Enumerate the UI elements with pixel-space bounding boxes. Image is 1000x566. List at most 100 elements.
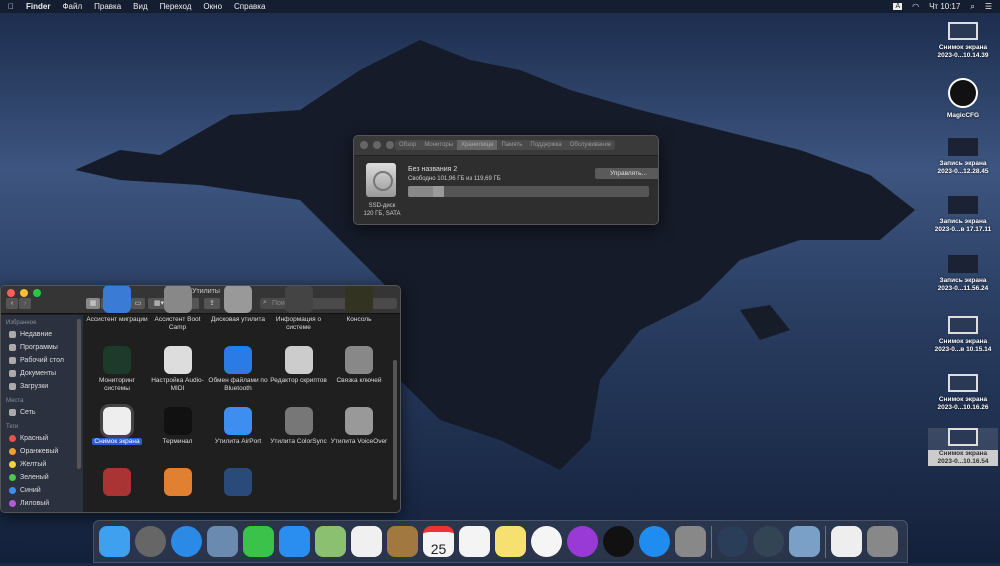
sidebar-item-fav-4[interactable]: Загрузки	[1, 380, 83, 393]
tab-1[interactable]: Мониторы	[420, 140, 457, 150]
sidebar-scrollbar[interactable]	[77, 319, 81, 469]
tab-5[interactable]: Обслуживание	[566, 140, 615, 150]
app-item[interactable]: Настройка Audio-MIDI	[147, 346, 209, 393]
desktop-file[interactable]: Снимок экрана 2023-0...10.16.26	[928, 374, 998, 412]
menu-edit[interactable]: Правка	[94, 2, 121, 11]
sidebar-item-fav-3[interactable]: Документы	[1, 367, 83, 380]
sidebar-item-tag-3[interactable]: Зеленый	[1, 471, 83, 484]
sidebar-item-fav-0[interactable]: Недавние	[1, 328, 83, 341]
app-item[interactable]: Снимок экрана	[86, 404, 148, 446]
tab-2[interactable]: Хранилище	[457, 140, 498, 150]
dock-finder-icon[interactable]	[99, 526, 130, 557]
dock-notes-icon[interactable]	[495, 526, 526, 557]
sidebar-item-network[interactable]: Сеть	[1, 406, 83, 419]
desktop-file[interactable]: Снимок экрана 2023-0...10.14.39	[928, 22, 998, 60]
app-item[interactable]: Редактор скриптов	[268, 346, 330, 385]
desktop-file[interactable]: Снимок экрана 2023-0...10.16.54	[928, 428, 998, 466]
apple-menu-icon[interactable]: 	[8, 2, 14, 11]
dock-preview-icon[interactable]	[789, 526, 820, 557]
tab-3[interactable]: Память	[497, 140, 526, 150]
dock-apple-tv-icon[interactable]	[603, 526, 634, 557]
storage-usage-bar	[408, 186, 649, 197]
input-source-icon[interactable]: A	[893, 3, 903, 10]
app-item[interactable]: Дисковая утилита	[207, 286, 269, 324]
minimize-button[interactable]	[373, 141, 381, 149]
tab-4[interactable]: Поддержка	[526, 140, 565, 150]
menu-file[interactable]: Файл	[62, 2, 82, 11]
dock-document-icon[interactable]	[831, 526, 862, 557]
sidebar-item-tag-2[interactable]: Желтый	[1, 458, 83, 471]
file-name-line2: 2023-0...в 10.15.14	[934, 346, 992, 353]
app-item[interactable]: Связка ключей	[328, 346, 390, 385]
back-button[interactable]: ‹	[6, 298, 18, 309]
sidebar-item-tag-1[interactable]: Оранжевый	[1, 445, 83, 458]
dock-calendar-icon[interactable]: 25	[423, 526, 454, 557]
dock-mail-icon[interactable]	[207, 526, 238, 557]
tab-bar: Обзор Мониторы Хранилище Память Поддержка Обс…	[395, 140, 616, 150]
sidebar-item-tag-0[interactable]: Красный	[1, 432, 83, 445]
app-label: Связка ключей	[336, 377, 382, 384]
app-item[interactable]: Обмен файлами по Bluetooth	[207, 346, 269, 393]
menu-help[interactable]: Справка	[234, 2, 265, 11]
app-item[interactable]: Утилита ColorSync	[268, 407, 330, 446]
sidebar-item-tag-5[interactable]: Лиловый	[1, 497, 83, 510]
dock-podcasts-icon[interactable]	[567, 526, 598, 557]
app-item[interactable]: Утилита AirPort	[207, 407, 269, 446]
manage-button[interactable]: Управлять...	[595, 168, 658, 179]
app-item[interactable]: Терминал	[147, 407, 209, 446]
app-item[interactable]: Ассистент миграции	[86, 286, 148, 324]
dock-migration-icon[interactable]	[753, 526, 784, 557]
dock-safari-icon[interactable]	[171, 526, 202, 557]
sidebar-item-fav-2[interactable]: Рабочий стол	[1, 354, 83, 367]
dock-system-preferences-icon[interactable]	[675, 526, 706, 557]
dock-photos-icon[interactable]	[351, 526, 382, 557]
zoom-button[interactable]	[386, 141, 394, 149]
app-item[interactable]: Консоль	[328, 286, 390, 324]
dock: 25	[93, 520, 908, 563]
network-icon	[9, 409, 16, 416]
app-item[interactable]: Информация о системе	[268, 286, 330, 332]
sidebar-item-tag-4[interactable]: Синий	[1, 484, 83, 497]
menu-app-finder[interactable]: Finder	[26, 2, 50, 11]
forward-button[interactable]: ›	[19, 298, 31, 309]
dock-facetime-icon[interactable]	[243, 526, 274, 557]
dock-reminders-icon[interactable]	[459, 526, 490, 557]
desktop-file[interactable]: Запись экрана 2023-0...12.28.45	[928, 138, 998, 176]
usage-segment-other	[432, 186, 444, 197]
file-name-line1: Снимок экрана	[938, 338, 988, 345]
app-item[interactable]	[207, 468, 269, 499]
app-item[interactable]: Утилита VoiceOver	[328, 407, 390, 446]
clock[interactable]: Чт 10:17	[929, 2, 960, 11]
desktop-file[interactable]: MagicCFG	[928, 78, 998, 120]
tab-0[interactable]: Обзор	[395, 140, 420, 150]
dock-trash-icon[interactable]	[867, 526, 898, 557]
dock-quicktime-icon[interactable]	[717, 526, 748, 557]
app-icon	[345, 286, 373, 313]
app-item[interactable]	[86, 468, 148, 499]
control-center-icon[interactable]: ☰	[985, 2, 992, 11]
menu-go[interactable]: Переход	[160, 2, 192, 11]
sidebar-item-fav-1[interactable]: Программы	[1, 341, 83, 354]
dock-launchpad-icon[interactable]	[135, 526, 166, 557]
app-label: Настройка Audio-MIDI	[151, 377, 204, 392]
app-icon	[284, 407, 313, 435]
menu-window[interactable]: Окно	[203, 2, 222, 11]
wifi-icon[interactable]: ◠	[912, 2, 919, 11]
dock-music-icon[interactable]	[531, 526, 562, 557]
app-item[interactable]: Мониторинг системы	[86, 346, 148, 393]
desktop-file[interactable]: Запись экрана 2023-0...11.56.24	[928, 255, 998, 293]
app-item[interactable]: Ассистент Boot Camp	[147, 286, 209, 332]
desktop-file[interactable]: Запись экрана 2023-0...в 17.17.11	[928, 196, 998, 234]
content-scrollbar[interactable]	[393, 360, 397, 500]
app-item[interactable]	[147, 468, 209, 499]
dock-messages-icon[interactable]	[279, 526, 310, 557]
menu-view[interactable]: Вид	[133, 2, 147, 11]
sidebar-item-label: Красный	[20, 435, 49, 442]
dock-contacts-icon[interactable]	[387, 526, 418, 557]
spotlight-icon[interactable]: ⌕	[970, 2, 974, 12]
dock-app-store-icon[interactable]	[639, 526, 670, 557]
desktop-file[interactable]: Снимок экрана 2023-0...в 10.15.14	[928, 316, 998, 354]
sidebar-item-label: Недавние	[20, 331, 53, 338]
close-button[interactable]	[360, 141, 368, 149]
dock-maps-icon[interactable]	[315, 526, 346, 557]
